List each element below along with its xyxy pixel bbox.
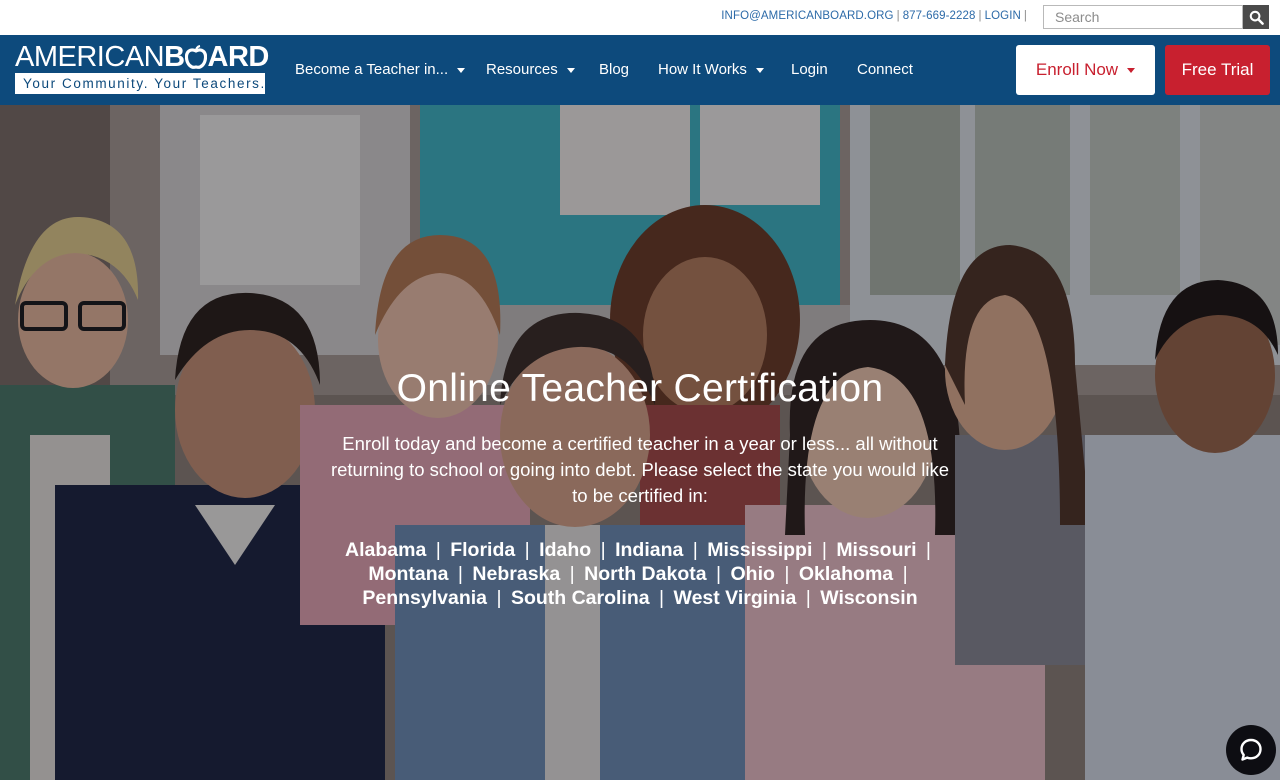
phone-link[interactable]: 877-669-2228 [903, 10, 976, 22]
nav-item-label: Blog [599, 61, 630, 78]
logo-word-american: AMERICAN [15, 41, 165, 73]
utility-separator: | [978, 10, 982, 22]
state-link[interactable]: Nebraska [472, 563, 560, 585]
state-link[interactable]: South Carolina [511, 587, 650, 609]
apple-icon [184, 44, 208, 69]
hero-lead-text: Enroll today and become a certified teac… [330, 433, 950, 506]
state-link[interactable]: Idaho [539, 539, 591, 561]
email-link[interactable]: INFO@AMERICANBOARD.ORG [721, 10, 893, 22]
state-link[interactable]: Indiana [615, 539, 683, 561]
utility-bar: INFO@AMERICANBOARD.ORG | 877-669-2228 | LOGI… [0, 0, 1280, 35]
nav-how-it-works[interactable]: How It Works [658, 58, 764, 82]
caret-down-icon [1127, 67, 1136, 73]
logo-wordmark: AMERICANB ARD [15, 43, 269, 72]
chat-bubble-icon [1240, 738, 1262, 761]
free-trial-button[interactable]: Free Trial [1165, 45, 1270, 95]
state-separator: | [784, 563, 790, 585]
state-separator: | [600, 539, 606, 561]
nav-login[interactable]: Login [791, 58, 828, 82]
state-separator: | [569, 563, 575, 585]
utility-separator: | [1023, 10, 1027, 22]
state-separator: | [692, 539, 698, 561]
nav-become-teacher[interactable]: Become a Teacher in... [295, 58, 466, 82]
state-link[interactable]: West Virginia [674, 587, 797, 609]
state-link[interactable]: Oklahoma [799, 563, 893, 585]
free-trial-label: Free Trial [1181, 60, 1254, 79]
state-separator: | [524, 539, 530, 561]
utility-login-link[interactable]: LOGIN [985, 10, 1021, 22]
caret-down-icon [566, 67, 575, 73]
state-link[interactable]: North Dakota [584, 563, 706, 585]
state-separator: | [716, 563, 722, 585]
state-links-list: Alabama | Florida | Idaho | Indiana | Mi… [340, 538, 940, 610]
state-link[interactable]: Pennsylvania [362, 587, 487, 609]
logo-tagline: Your Community. Your Teachers. [15, 73, 265, 94]
state-separator: | [805, 587, 811, 609]
state-separator: | [902, 563, 908, 585]
search-button[interactable] [1243, 5, 1269, 29]
utility-separator: | [896, 10, 900, 22]
nav-item-label: Become a Teacher in... [295, 61, 449, 78]
state-link[interactable]: Missouri [836, 539, 916, 561]
nav-blog[interactable]: Blog [599, 58, 629, 82]
search-input[interactable] [1043, 5, 1243, 29]
logo-word-b: B [164, 41, 185, 73]
hero-title: Online Teacher Certification [396, 367, 884, 410]
nav-item-label: Connect [857, 61, 913, 78]
enroll-now-button[interactable]: Enroll Now [1016, 45, 1155, 95]
utility-links: INFO@AMERICANBOARD.ORG | 877-669-2228 | LOGI… [721, 10, 1030, 22]
state-separator: | [925, 539, 931, 561]
caret-down-icon [755, 67, 764, 73]
logo-word-ard: ARD [207, 41, 270, 73]
state-link[interactable]: Wisconsin [820, 587, 917, 609]
main-nav: AMERICANB ARD Your Community. Your Teache… [0, 35, 1280, 105]
hero-banner: Online Teacher Certification Enroll toda… [0, 105, 1280, 780]
nav-item-label: Login [791, 61, 828, 78]
enroll-now-label: Enroll Now [1035, 60, 1119, 79]
state-link[interactable]: Mississippi [707, 539, 812, 561]
state-link[interactable]: Ohio [731, 563, 775, 585]
state-link[interactable]: Alabama [345, 539, 426, 561]
state-separator: | [457, 563, 463, 585]
chat-button[interactable] [1226, 725, 1276, 775]
state-separator: | [821, 539, 827, 561]
state-link[interactable]: Montana [368, 563, 448, 585]
state-separator: | [496, 587, 502, 609]
search-icon [1249, 10, 1264, 25]
americanboard-logo[interactable]: AMERICANB ARD Your Community. Your Teache… [15, 43, 269, 95]
nav-item-label: Resources [486, 61, 558, 78]
state-link[interactable]: Florida [450, 539, 515, 561]
nav-item-label: How It Works [658, 61, 747, 78]
state-separator: | [659, 587, 665, 609]
nav-connect[interactable]: Connect [857, 58, 913, 82]
caret-down-icon [457, 67, 466, 73]
nav-resources[interactable]: Resources [486, 58, 575, 82]
state-separator: | [435, 539, 441, 561]
